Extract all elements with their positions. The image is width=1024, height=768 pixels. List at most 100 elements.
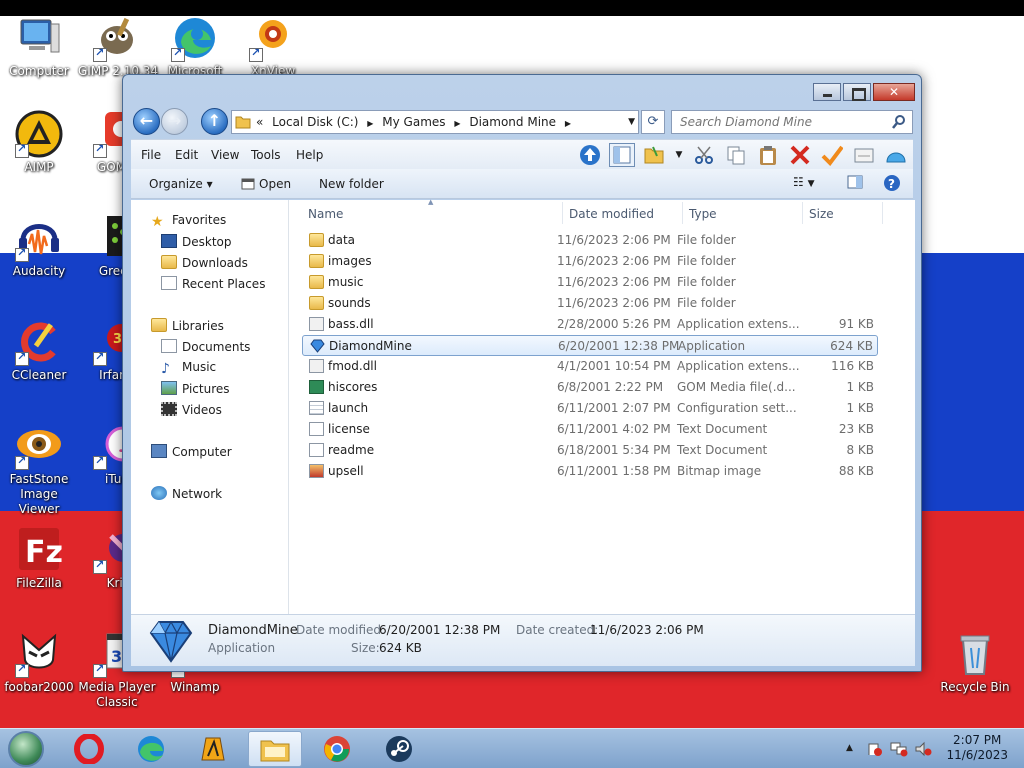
column-separator[interactable] [882, 202, 883, 224]
refresh-button[interactable]: ⟳ [641, 110, 665, 134]
show-hidden-icons-icon[interactable]: ▲ [846, 743, 853, 753]
checkmark-icon[interactable] [819, 143, 845, 167]
preview-pane-icon[interactable] [847, 175, 863, 192]
desktop-icon-gimp[interactable]: GIMP 2.10.34 [78, 14, 158, 79]
menu-tools[interactable]: Tools [251, 148, 281, 162]
taskbar-explorer[interactable] [248, 731, 302, 767]
file-row-music[interactable]: music 11/6/2023 2:06 PM File folder [302, 272, 878, 293]
desktop-icon-recycle-bin[interactable]: Recycle Bin [936, 630, 1014, 695]
taskbar-edge[interactable] [124, 731, 178, 767]
maximize-button[interactable] [843, 83, 871, 101]
nav-recent-places[interactable]: Recent Places [161, 276, 265, 291]
change-view-icon[interactable]: ☷ ▼ [793, 175, 815, 189]
desktop-icon-audacity[interactable]: Audacity [0, 214, 78, 279]
file-row-upsell[interactable]: upsell 6/11/2001 1:58 PM Bitmap image 88 KB [302, 461, 878, 482]
properties-icon[interactable] [851, 143, 877, 167]
volume-muted-icon[interactable] [914, 741, 932, 760]
file-row-readme[interactable]: readme 6/18/2001 5:34 PM Text Document 8 KB [302, 440, 878, 461]
desktop-icon-aimp[interactable]: AIMP [0, 110, 78, 175]
desktop-icon-ccleaner[interactable]: CCleaner [0, 318, 78, 383]
column-header-size[interactable]: Size [809, 207, 834, 221]
nav-libraries[interactable]: Libraries [151, 318, 224, 333]
dropdown-arrow-icon[interactable]: ▼ [673, 143, 685, 167]
file-row-diamondmine[interactable]: DiamondMine 6/20/2001 12:38 PM Application… [302, 335, 878, 356]
close-button[interactable] [873, 83, 915, 101]
back-button[interactable]: ← [133, 108, 160, 135]
breadcrumb-separator[interactable]: ▶ [454, 119, 460, 128]
organize-button[interactable]: Organize ▾ [149, 177, 213, 191]
nav-videos[interactable]: Videos [161, 402, 222, 417]
search-icon[interactable] [891, 114, 907, 130]
up-folder-icon[interactable] [577, 143, 603, 167]
nav-pictures[interactable]: Pictures [161, 381, 230, 396]
taskbar-chrome[interactable] [310, 731, 364, 767]
dll-icon [309, 359, 324, 373]
column-header-name[interactable]: Name [308, 207, 343, 221]
breadcrumb-my-games[interactable]: My Games [382, 115, 445, 129]
search-box[interactable] [671, 110, 913, 134]
taskbar-winamp[interactable] [186, 731, 240, 767]
search-input[interactable] [672, 111, 882, 133]
folders-pane-icon[interactable] [609, 143, 635, 167]
file-date: 11/6/2023 2:06 PM [557, 296, 671, 310]
file-row-launch[interactable]: launch 6/11/2001 2:07 PM Configuration set… [302, 398, 878, 419]
nav-network[interactable]: Network [151, 486, 222, 501]
address-dropdown-icon[interactable]: ▼ [628, 111, 635, 133]
column-header-type[interactable]: Type [689, 207, 717, 221]
nav-downloads[interactable]: Downloads [161, 255, 248, 270]
file-row-hiscores[interactable]: hiscores 6/8/2001 2:22 PM GOM Media file(.… [302, 377, 878, 398]
taskbar-steam[interactable] [372, 731, 426, 767]
column-header-date-modified[interactable]: Date modified [569, 207, 654, 221]
menu-edit[interactable]: Edit [175, 148, 198, 162]
file-row-bass-dll[interactable]: bass.dll 2/28/2000 5:26 PM Application ext… [302, 314, 878, 335]
paste-icon[interactable] [755, 143, 781, 167]
desktop-icon-computer[interactable]: Computer [0, 14, 78, 79]
desktop-icon-xnview[interactable]: XnView [234, 14, 312, 79]
network-tray-icon[interactable] [890, 741, 908, 760]
file-row-data[interactable]: data 11/6/2023 2:06 PM File folder [302, 230, 878, 251]
delete-icon[interactable] [787, 143, 813, 167]
up-button[interactable]: ↑ [201, 108, 228, 135]
file-row-license[interactable]: license 6/11/2001 4:02 PM Text Document 23 … [302, 419, 878, 440]
breadcrumb-local-disk[interactable]: Local Disk (C:) [272, 115, 358, 129]
system-clock[interactable]: 2:07 PM 11/6/2023 [946, 733, 1008, 763]
nav-computer[interactable]: Computer [151, 444, 232, 459]
action-center-icon[interactable] [866, 741, 882, 760]
file-row-images[interactable]: images 11/6/2023 2:06 PM File folder [302, 251, 878, 272]
taskbar-opera[interactable] [62, 731, 116, 767]
breadcrumb-diamond-mine[interactable]: Diamond Mine [469, 115, 556, 129]
desktop-icon-microsoft-edge[interactable]: Microsoft [156, 14, 234, 79]
nav-desktop[interactable]: Desktop [161, 234, 232, 249]
minimize-button[interactable] [813, 83, 841, 101]
winamp-icon [201, 737, 225, 761]
shortcut-arrow-icon [93, 454, 107, 470]
nav-music[interactable]: ♪ Music [161, 360, 216, 376]
copy-icon[interactable] [723, 143, 749, 167]
menu-view[interactable]: View [211, 148, 239, 162]
file-row-sounds[interactable]: sounds 11/6/2023 2:06 PM File folder [302, 293, 878, 314]
desktop-icon-filezilla[interactable]: Fz FileZilla [0, 526, 78, 591]
breadcrumb-separator[interactable]: ▶ [367, 119, 373, 128]
cut-icon[interactable] [691, 143, 717, 167]
menu-help[interactable]: Help [296, 148, 323, 162]
desktop-icon-foobar2000[interactable]: foobar2000 [0, 630, 78, 695]
start-button[interactable] [8, 731, 44, 767]
desktop-icon-faststone[interactable]: FastStone Image Viewer [0, 422, 78, 517]
column-separator[interactable] [682, 202, 683, 224]
open-button[interactable]: Open [241, 177, 291, 191]
menu-file[interactable]: File [141, 148, 161, 162]
forward-button[interactable]: → [161, 108, 188, 135]
nav-documents[interactable]: Documents [161, 339, 250, 354]
file-row-fmod-dll[interactable]: fmod.dll 4/1/2001 10:54 PM Application ext… [302, 356, 878, 377]
help-icon[interactable]: ? [883, 174, 901, 195]
column-separator[interactable] [562, 202, 563, 224]
column-separator[interactable] [802, 202, 803, 224]
folder-options-icon[interactable] [641, 143, 667, 167]
breadcrumb-separator[interactable]: ▶ [565, 119, 571, 128]
breadcrumb-overflow[interactable]: « [256, 115, 263, 129]
address-bar[interactable]: « Local Disk (C:) ▶ My Games ▶ Diamond M… [231, 110, 639, 134]
shell-icon[interactable] [883, 143, 909, 167]
new-folder-button[interactable]: New folder [319, 177, 384, 191]
file-size: 1 KB [846, 401, 874, 415]
nav-favorites[interactable]: ★ Favorites [151, 213, 226, 229]
